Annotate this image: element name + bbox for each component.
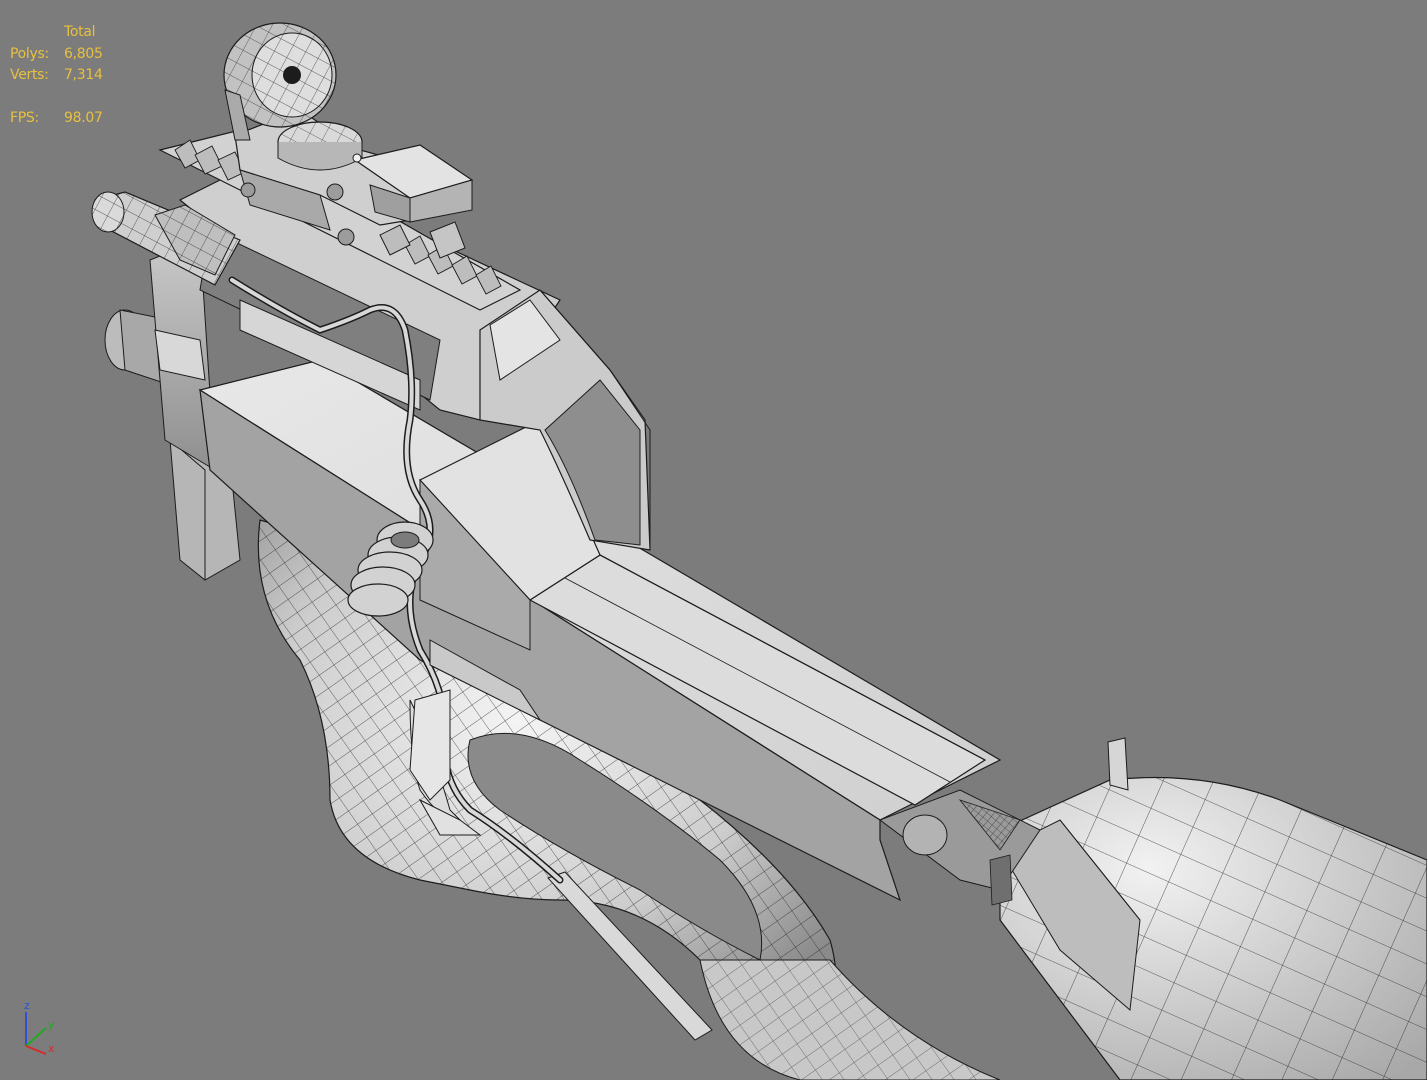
y-axis-label: y: [48, 1018, 55, 1031]
fps-value: 98.07: [64, 109, 103, 126]
verts-label: Verts:: [10, 67, 49, 83]
stock: [999, 737, 1427, 1080]
stats-header: Total: [64, 24, 96, 40]
x-axis-label: x: [48, 1042, 55, 1055]
verts-value: 7,314: [64, 67, 103, 83]
x-axis-line: [25, 1045, 47, 1055]
y-axis-line: [25, 1027, 47, 1047]
polys-value: 6,805: [64, 45, 103, 62]
axis-tripod-icon: z y x: [24, 999, 55, 1055]
polys-label: Polys:: [10, 45, 49, 62]
model-render[interactable]: [0, 0, 1427, 1080]
z-axis-label: z: [24, 999, 30, 1012]
fps-label: FPS:: [10, 109, 39, 126]
perspective-viewport[interactable]: Total Polys: 6,805 Verts: 7,314 FPS: 98.…: [0, 0, 1427, 1080]
